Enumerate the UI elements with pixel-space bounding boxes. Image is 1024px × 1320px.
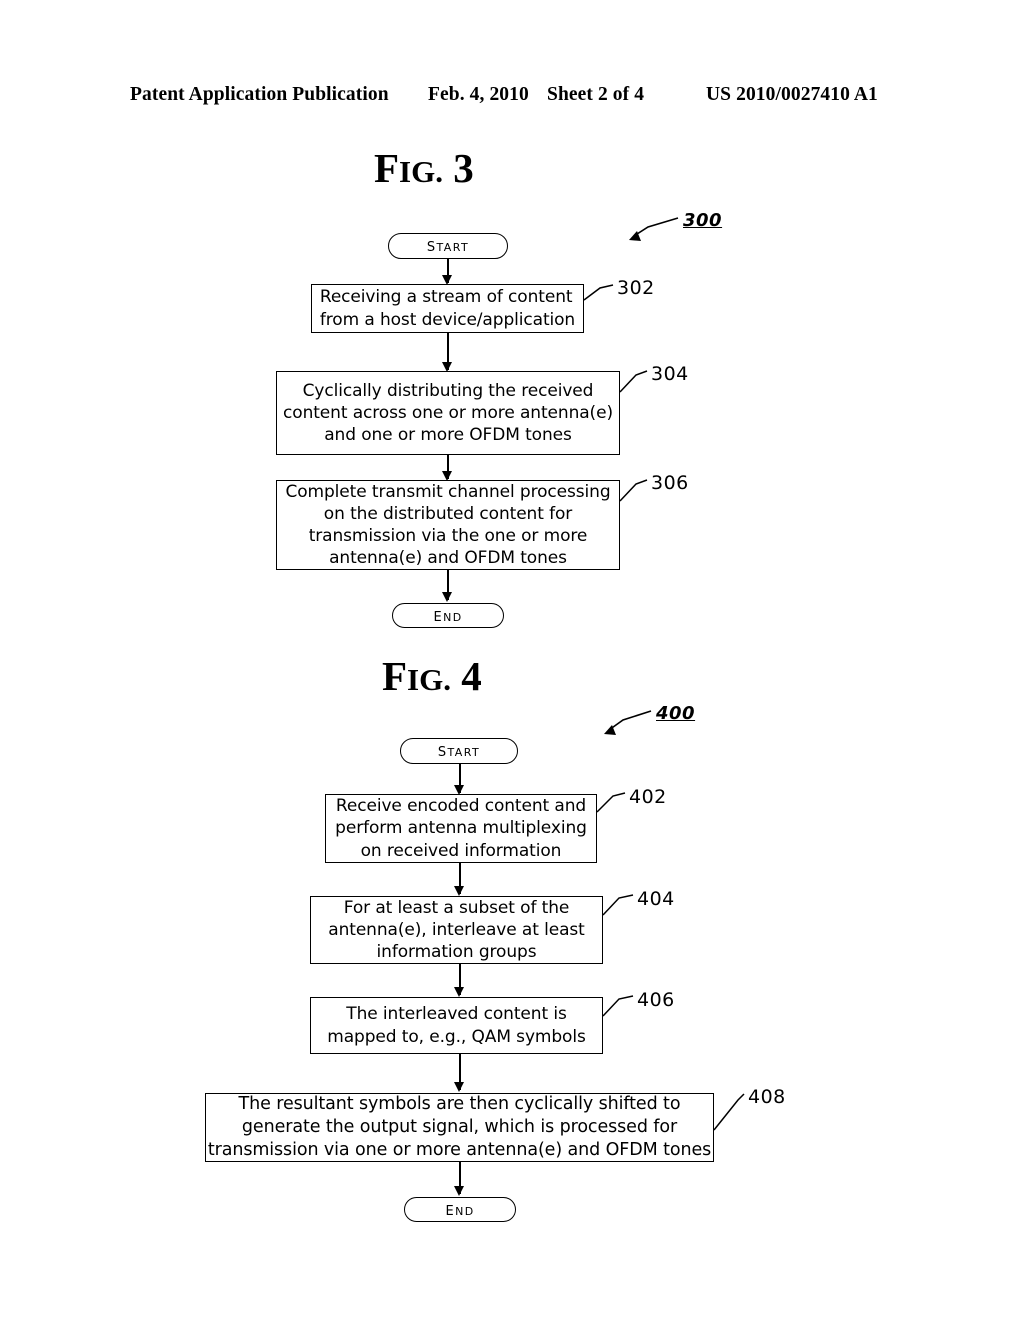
process-box-306-text: Complete transmit channel processing on … <box>285 481 611 569</box>
figure-3-title: FIG. 3 <box>374 148 474 189</box>
reference-numeral-302: 302 <box>617 277 655 299</box>
leader-302 <box>583 284 614 301</box>
process-box-304: Cyclically distributing the received con… <box>276 371 620 455</box>
flow-terminator-start-fig4: START <box>400 738 518 764</box>
process-box-406: The interleaved content is mapped to, e.… <box>310 997 603 1054</box>
figure-3-title-ig: IG. <box>399 154 443 189</box>
figure-4-title-number: 4 <box>461 653 482 699</box>
figure-3-title-f: F <box>374 145 400 191</box>
reference-numeral-304: 304 <box>651 363 689 385</box>
leader-306 <box>619 479 648 502</box>
leader-408 <box>713 1093 745 1131</box>
reference-numeral-402: 402 <box>629 786 667 808</box>
flow-terminator-end-fig4-label: END <box>445 1197 475 1220</box>
figure-3-title-number: 3 <box>453 145 474 191</box>
process-box-402-text: Receive encoded content and perform ante… <box>335 796 587 861</box>
header-patent-number: US 2010/0027410 A1 <box>706 84 878 105</box>
reference-numeral-306: 306 <box>651 472 689 494</box>
flow-terminator-start-fig3: START <box>388 233 508 259</box>
figure-4-title-ig: IG. <box>407 662 451 697</box>
arrowhead-end3 <box>442 592 452 602</box>
process-box-406-text: The interleaved content is mapped to, e.… <box>327 1004 586 1047</box>
figure-4-reference-label: 400 <box>656 703 696 724</box>
flow-terminator-start-fig4-label: START <box>437 739 481 761</box>
figure-4-callout-arrow <box>604 710 652 735</box>
arrowhead-408 <box>454 1082 464 1092</box>
process-box-402: Receive encoded content and perform ante… <box>325 794 597 863</box>
figure-4-title: FIG. 4 <box>382 656 482 697</box>
process-box-408-text: The resultant symbols are then cyclicall… <box>207 1094 712 1160</box>
arrowhead-406 <box>454 987 464 997</box>
process-box-404: For at least a subset of the antenna(e),… <box>310 896 603 964</box>
header-sheet: Sheet 2 of 4 <box>547 84 645 105</box>
process-box-404-text: For at least a subset of the antenna(e),… <box>328 897 585 963</box>
leader-402 <box>596 792 626 813</box>
leader-404 <box>602 894 634 916</box>
header-publication: Patent Application Publication <box>130 84 389 105</box>
flow-terminator-end-fig4: END <box>404 1197 516 1222</box>
process-box-304-text: Cyclically distributing the received con… <box>283 380 613 446</box>
process-box-408: The resultant symbols are then cyclicall… <box>205 1093 714 1162</box>
leader-304 <box>619 370 648 393</box>
flow-terminator-start-fig3-label: START <box>426 234 470 256</box>
arrowhead-404 <box>454 886 464 896</box>
leader-406 <box>602 995 634 1017</box>
figure-3-reference-label: 300 <box>683 210 723 231</box>
page-header: Patent Application Publication Feb. 4, 2… <box>0 84 1024 110</box>
header-date: Feb. 4, 2010 <box>428 84 529 105</box>
reference-numeral-404: 404 <box>637 888 675 910</box>
process-box-306: Complete transmit channel processing on … <box>276 480 620 570</box>
arrowhead-end4 <box>454 1186 464 1196</box>
process-box-302: Receiving a stream of content from a hos… <box>311 284 584 333</box>
flow-terminator-end-fig3-label: END <box>433 603 463 626</box>
process-box-302-text: Receiving a stream of content from a hos… <box>319 287 576 330</box>
figure-4-title-f: F <box>382 653 408 699</box>
figure-3-callout-arrow <box>629 217 679 241</box>
flow-terminator-end-fig3: END <box>392 603 504 628</box>
reference-numeral-406: 406 <box>637 989 675 1011</box>
reference-numeral-408: 408 <box>748 1086 786 1108</box>
